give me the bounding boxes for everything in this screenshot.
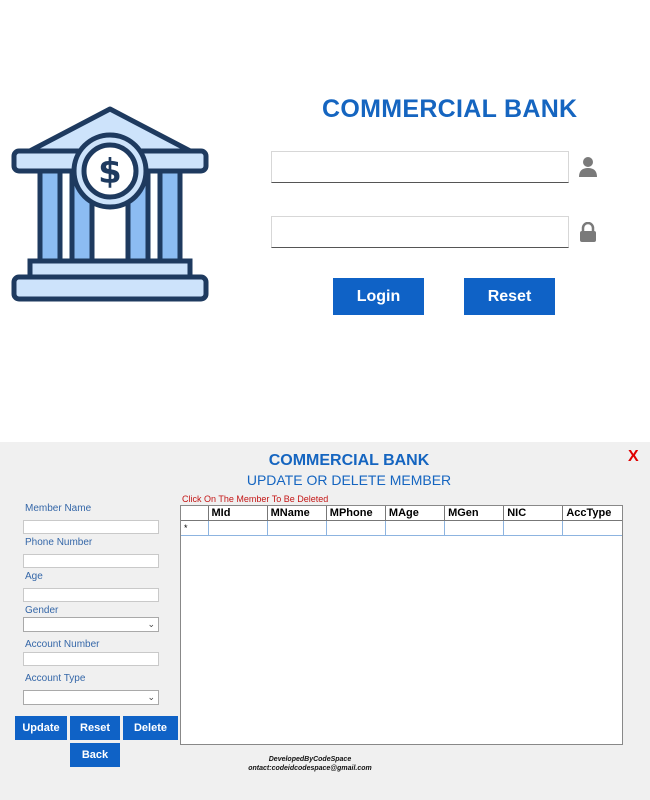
window-title: COMMERCIAL BANK xyxy=(268,452,430,469)
age-label: Age xyxy=(25,571,43,582)
column-header[interactable]: AccType xyxy=(562,506,622,521)
delete-button[interactable]: Delete xyxy=(123,716,178,740)
window-subtitle: UPDATE OR DELETE MEMBER xyxy=(246,472,452,488)
column-header[interactable]: MPhone xyxy=(326,506,386,521)
account-type-select[interactable]: ⌄ xyxy=(23,690,159,705)
gender-label: Gender xyxy=(25,605,59,616)
account-type-label: Account Type xyxy=(25,673,86,684)
member-name-input[interactable] xyxy=(23,520,159,534)
new-row-marker: * xyxy=(181,520,209,536)
update-delete-member-window: COMMERCIAL BANK UPDATE OR DELETE MEMBER … xyxy=(0,442,650,800)
lock-icon xyxy=(580,222,596,242)
members-grid[interactable]: MId MName MPhone MAge MGen NIC AccType * xyxy=(180,505,623,745)
back-button[interactable]: Back xyxy=(70,743,120,767)
gender-select[interactable]: ⌄ xyxy=(23,617,159,632)
phone-number-input[interactable] xyxy=(23,554,159,568)
hint-text: Click On The Member To Be Deleted xyxy=(182,494,329,504)
table-cell[interactable] xyxy=(208,520,268,536)
account-number-input[interactable] xyxy=(23,652,159,666)
age-input[interactable] xyxy=(23,588,159,602)
table-cell[interactable] xyxy=(562,520,622,536)
svg-text:$: $ xyxy=(98,152,122,192)
login-window: $ COMMERCIAL BANK Login Reset xyxy=(0,0,650,442)
column-header[interactable]: MAge xyxy=(385,506,446,521)
column-header[interactable]: MGen xyxy=(444,506,505,521)
member-name-label: Member Name xyxy=(25,503,92,514)
column-header[interactable]: NIC xyxy=(503,506,564,521)
grid-header-row: MId MName MPhone MAge MGen NIC AccType xyxy=(181,506,622,521)
update-button[interactable]: Update xyxy=(15,716,67,740)
login-button[interactable]: Login xyxy=(333,278,424,315)
table-cell[interactable] xyxy=(385,520,446,536)
table-cell[interactable] xyxy=(444,520,505,536)
developer-credit: DevelopedByCodeSpace xyxy=(268,756,352,763)
table-cell[interactable] xyxy=(326,520,386,536)
column-header[interactable]: MName xyxy=(267,506,327,521)
column-header[interactable]: MId xyxy=(208,506,268,521)
table-row[interactable]: * xyxy=(181,520,622,536)
table-cell[interactable] xyxy=(503,520,564,536)
username-input[interactable] xyxy=(271,151,569,183)
chevron-down-icon: ⌄ xyxy=(147,692,155,702)
bank-building-icon: $ xyxy=(11,106,209,302)
reset-button[interactable]: Reset xyxy=(70,716,120,740)
login-title: COMMERCIAL BANK xyxy=(322,95,578,123)
table-cell[interactable] xyxy=(267,520,327,536)
phone-number-label: Phone Number xyxy=(25,537,93,548)
chevron-down-icon: ⌄ xyxy=(147,619,155,629)
password-input[interactable] xyxy=(271,216,569,248)
row-header-cell xyxy=(181,506,209,521)
account-number-label: Account Number xyxy=(25,639,100,650)
reset-button[interactable]: Reset xyxy=(464,278,555,315)
close-icon[interactable]: X xyxy=(628,448,639,466)
user-icon xyxy=(579,157,597,177)
contact-email: ontact:codeidcodespace@gmail.com xyxy=(248,765,372,772)
